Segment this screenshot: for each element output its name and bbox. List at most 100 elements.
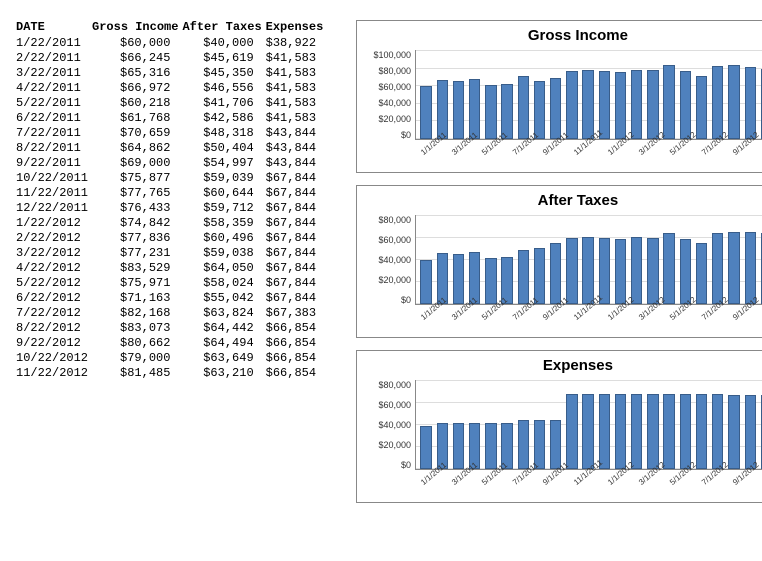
bar-slot [596, 215, 612, 304]
bar-slot [531, 380, 547, 469]
bar-slot [710, 50, 726, 139]
bar [745, 67, 756, 139]
page-root: DATE Gross Income After Taxes Expenses 1… [0, 0, 762, 523]
bar-slot [661, 380, 677, 469]
col-date: DATE [16, 20, 92, 36]
cell-gross: $83,073 [92, 321, 182, 336]
bar-slot [629, 215, 645, 304]
table-row: 11/22/2011$77,765$60,644$67,844 [16, 186, 328, 201]
cell-gross: $64,862 [92, 141, 182, 156]
bar [680, 239, 691, 304]
cell-date: 7/22/2012 [16, 306, 92, 321]
cell-after: $64,050 [182, 261, 265, 276]
cell-gross: $77,836 [92, 231, 182, 246]
y-tick: $20,000 [378, 440, 411, 450]
table-row: 8/22/2011$64,862$50,404$43,844 [16, 141, 328, 156]
bar-slot [629, 380, 645, 469]
cell-after: $63,824 [182, 306, 265, 321]
bar-slot [726, 215, 742, 304]
cell-exp: $41,583 [266, 96, 328, 111]
bar-slot [710, 380, 726, 469]
bar [485, 423, 496, 469]
y-tick: $80,000 [378, 215, 411, 225]
bar-slot [580, 215, 596, 304]
y-tick: $60,000 [378, 400, 411, 410]
cell-after: $64,494 [182, 336, 265, 351]
cell-gross: $80,662 [92, 336, 182, 351]
cell-after: $60,496 [182, 231, 265, 246]
plot-area [415, 50, 762, 140]
bar [712, 233, 723, 304]
bar-slot [418, 215, 434, 304]
cell-gross: $77,765 [92, 186, 182, 201]
bar-slot [612, 50, 628, 139]
table-row: 7/22/2012$82,168$63,824$67,383 [16, 306, 328, 321]
cell-gross: $71,163 [92, 291, 182, 306]
bar-slot [548, 50, 564, 139]
table-row: 6/22/2012$71,163$55,042$67,844 [16, 291, 328, 306]
cell-gross: $60,218 [92, 96, 182, 111]
cell-date: 1/22/2011 [16, 36, 92, 51]
y-tick: $40,000 [378, 420, 411, 430]
cell-after: $45,619 [182, 51, 265, 66]
cell-gross: $65,316 [92, 66, 182, 81]
bar [631, 394, 642, 469]
cell-gross: $77,231 [92, 246, 182, 261]
bar-slot [483, 380, 499, 469]
cell-exp: $67,844 [266, 171, 328, 186]
bar-slot [531, 50, 547, 139]
col-exp: Expenses [266, 20, 328, 36]
cell-date: 6/22/2011 [16, 111, 92, 126]
bar-slot [418, 50, 434, 139]
bar-slot [418, 380, 434, 469]
cell-date: 2/22/2012 [16, 231, 92, 246]
bar [680, 71, 691, 139]
bar [469, 79, 480, 139]
chart-exp: Expenses$80,000$60,000$40,000$20,000$01/… [356, 350, 762, 503]
cell-gross: $74,842 [92, 216, 182, 231]
plot-area [415, 380, 762, 470]
bar-slot [758, 50, 762, 139]
cell-exp: $41,583 [266, 81, 328, 96]
cell-after: $48,318 [182, 126, 265, 141]
bar-slot [450, 215, 466, 304]
table-row: 10/22/2012$79,000$63,649$66,854 [16, 351, 328, 366]
bar-slot [548, 380, 564, 469]
table-row: 10/22/2011$75,877$59,039$67,844 [16, 171, 328, 186]
cell-exp: $66,854 [266, 336, 328, 351]
bar-slot [531, 215, 547, 304]
col-after: After Taxes [182, 20, 265, 36]
bar-slot [564, 215, 580, 304]
bar-slot [499, 50, 515, 139]
cell-after: $58,024 [182, 276, 265, 291]
bar [550, 420, 561, 469]
bars [416, 380, 762, 469]
cell-after: $64,442 [182, 321, 265, 336]
bar-slot [467, 215, 483, 304]
cell-gross: $66,972 [92, 81, 182, 96]
cell-date: 8/22/2012 [16, 321, 92, 336]
cell-date: 1/22/2012 [16, 216, 92, 231]
cell-date: 12/22/2011 [16, 201, 92, 216]
bar-slot [483, 215, 499, 304]
cell-exp: $43,844 [266, 156, 328, 171]
bar-slot [499, 380, 515, 469]
bar [420, 86, 431, 139]
bar-slot [450, 50, 466, 139]
cell-date: 3/22/2011 [16, 66, 92, 81]
bar-slot [434, 380, 450, 469]
bar-slot [580, 50, 596, 139]
bar-slot [758, 380, 762, 469]
table-row: 9/22/2011$69,000$54,997$43,844 [16, 156, 328, 171]
cell-exp: $67,844 [266, 216, 328, 231]
bar-slot [629, 50, 645, 139]
y-tick: $100,000 [373, 50, 411, 60]
bar [712, 66, 723, 139]
cell-date: 2/22/2011 [16, 51, 92, 66]
cell-after: $54,997 [182, 156, 265, 171]
cell-gross: $61,768 [92, 111, 182, 126]
y-tick: $0 [401, 130, 411, 140]
x-axis: 1/1/20113/1/20115/1/20117/1/20119/1/2011… [415, 472, 762, 500]
bar [420, 426, 431, 469]
bar-slot [434, 215, 450, 304]
